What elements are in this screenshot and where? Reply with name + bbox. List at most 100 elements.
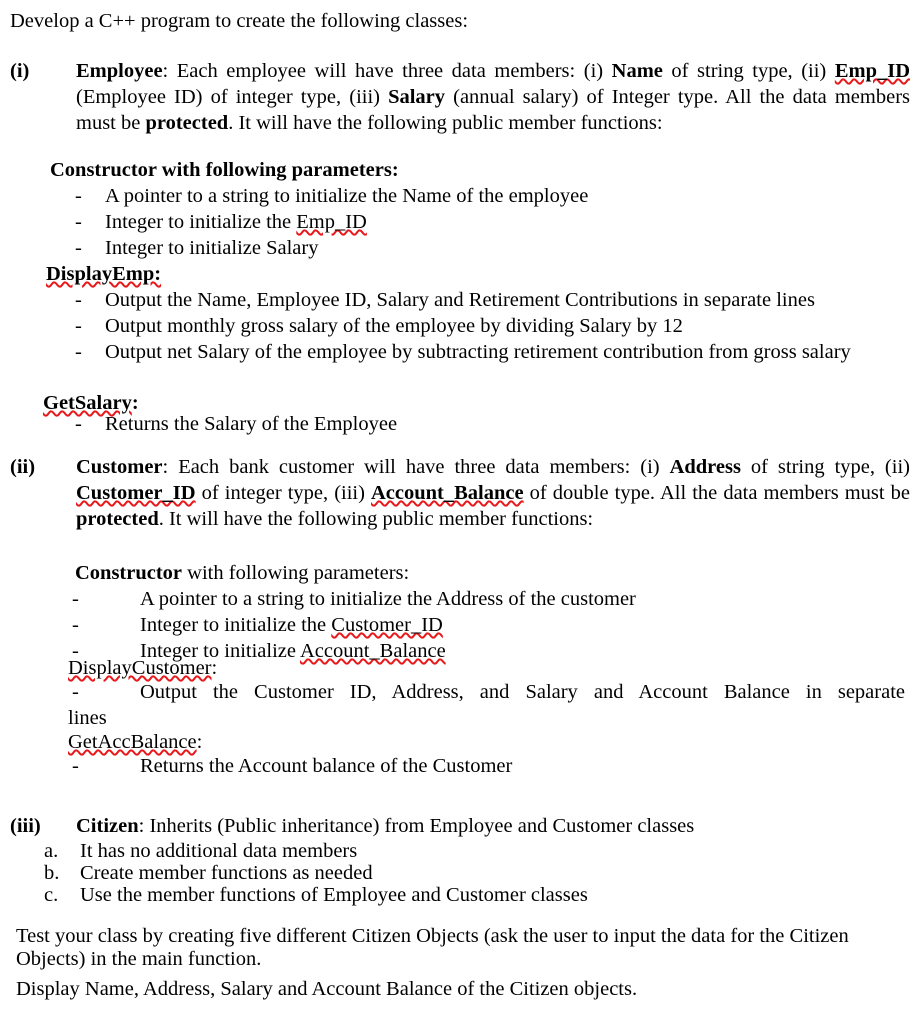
section-marker-i: (i)	[10, 60, 30, 82]
customer-member-accountbalance: Account_Balance	[371, 482, 524, 504]
displaycustomer-colon: :	[211, 657, 218, 679]
citizen-class-name: Citizen	[76, 815, 139, 837]
list-item-text: Output the Customer ID, Address, and Sal…	[140, 681, 905, 703]
dash-bullet: -	[75, 237, 82, 259]
list-item-text: It has no additional data members	[80, 840, 358, 862]
list-item: c. Use the member functions of Employee …	[44, 884, 844, 906]
employee-displayemp-list: - Output the Name, Employee ID, Salary a…	[75, 287, 905, 365]
emp-id-token: Emp_ID	[296, 211, 367, 233]
employee-desc-3: (Employee ID) of integer type, (iii)	[76, 86, 389, 108]
section-customer: (ii) Customer: Each bank customer will h…	[10, 454, 910, 532]
dash-bullet: -	[72, 614, 79, 636]
employee-constructor-block: Constructor with following parameters:	[50, 157, 550, 183]
list-item-text: Integer to initialize the Customer_ID	[140, 612, 772, 638]
customer-displaycustomer-list: - Output the Customer ID, Address, and S…	[72, 679, 905, 705]
document-page: Develop a C++ program to create the foll…	[0, 0, 920, 1024]
list-item: - A pointer to a string to initialize th…	[72, 586, 772, 612]
dash-bullet: -	[75, 413, 82, 435]
dash-bullet: -	[72, 755, 79, 777]
account-balance-token: Account_Balance	[299, 640, 446, 662]
closing-paragraph-1: Test your class by creating five differe…	[16, 925, 849, 970]
employee-desc-1: : Each employee will have three data mem…	[162, 60, 612, 82]
list-item: a. It has no additional data members	[44, 840, 844, 862]
customer-displaycustomer-block: DisplayCustomer:	[68, 655, 217, 681]
list-item: - Output the Name, Employee ID, Salary a…	[75, 287, 905, 313]
list-item-text-prefix: Integer to initialize the	[140, 614, 332, 636]
employee-getsalary-list: - Returns the Salary of the Employee	[75, 411, 635, 437]
employee-protected-keyword: protected	[145, 112, 229, 134]
getaccbalance-label: GetAccBalance	[68, 731, 197, 753]
section-marker-iii: (iii)	[10, 815, 41, 837]
dash-bullet: -	[75, 341, 82, 363]
section-citizen: (iii) Citizen: Inherits (Public inherita…	[10, 813, 910, 839]
list-item-text: Integer to initialize the Emp_ID	[105, 209, 635, 235]
section-citizen-body: Citizen: Inherits (Public inheritance) f…	[76, 813, 910, 839]
customer-getaccbalance-block: GetAccBalance:	[68, 729, 202, 755]
customer-constructor-title: Constructor with following parameters:	[75, 560, 409, 586]
list-item-text: Returns the Account balance of the Custo…	[140, 755, 513, 777]
customer-desc-2: of string type, (ii)	[740, 456, 910, 478]
list-item: - A pointer to a string to initialize th…	[75, 183, 635, 209]
displaycustomer-label: DisplayCustomer	[68, 657, 212, 679]
getaccbalance-colon: :	[196, 731, 203, 753]
closing-paragraph-2: Display Name, Address, Salary and Accoun…	[16, 978, 638, 1000]
list-item: - Output monthly gross salary of the emp…	[75, 313, 905, 339]
customer-id-token: Customer_ID	[331, 614, 443, 636]
list-item-text: Output net Salary of the employee by sub…	[105, 341, 851, 363]
dash-bullet: -	[75, 211, 82, 233]
customer-getaccbalance-list: - Returns the Account balance of the Cus…	[72, 753, 772, 779]
constructor-params-label: with following parameters:	[156, 159, 399, 181]
list-item-text: A pointer to a string to initialize the …	[140, 588, 636, 610]
list-item: - Integer to initialize the Emp_ID	[75, 209, 635, 235]
list-item: - Integer to initialize the Customer_ID	[72, 612, 772, 638]
list-item: b. Create member functions as needed	[44, 862, 844, 884]
employee-member-empid: Emp_ID	[834, 60, 910, 82]
customer-getaccbalance-title: GetAccBalance:	[68, 729, 202, 755]
dash-bullet: -	[75, 289, 82, 311]
customer-protected-keyword: protected	[76, 508, 159, 530]
list-item: - Returns the Account balance of the Cus…	[72, 753, 772, 779]
section-marker-ii: (ii)	[10, 456, 36, 478]
list-item-text-prefix: Integer to initialize the	[105, 211, 297, 233]
list-item: - Output net Salary of the employee by s…	[75, 339, 905, 365]
customer-constructor-block: Constructor with following parameters:	[75, 560, 409, 586]
list-item-text: Integer to initialize Account_Balance	[140, 638, 772, 664]
constructor-label: Constructor	[75, 562, 183, 584]
customer-member-address: Address	[669, 456, 741, 478]
employee-desc-5: . It will have the following public memb…	[228, 112, 663, 134]
section-customer-body: Customer: Each bank customer will have t…	[76, 454, 910, 532]
list-item-text: Returns the Salary of the Employee	[105, 413, 398, 435]
constructor-label: Constructor	[50, 159, 157, 181]
customer-desc-5: . It will have the following public memb…	[158, 508, 594, 530]
employee-member-salary: Salary	[388, 86, 446, 108]
customer-constructor-list: - A pointer to a string to initialize th…	[72, 586, 772, 664]
customer-desc-1: : Each bank customer will have three dat…	[162, 456, 670, 478]
customer-displaycustomer-title: DisplayCustomer:	[68, 655, 217, 681]
list-item-text: Create member functions as needed	[80, 862, 373, 884]
employee-displayemp-block: DisplayEmp:	[46, 261, 161, 287]
list-item-text: Output the Name, Employee ID, Salary and…	[105, 289, 815, 311]
customer-desc-4: of double type. All the data members mus…	[523, 482, 910, 504]
section-employee-body: Employee: Each employee will have three …	[76, 58, 910, 136]
list-item: - Integer to initialize Salary	[75, 235, 635, 261]
citizen-sub-list: a. It has no additional data members b. …	[44, 840, 844, 906]
list-item-text: Use the member functions of Employee and…	[80, 884, 588, 906]
list-item-text: Integer to initialize Salary	[105, 237, 319, 259]
citizen-desc-1: : Inherits (Public inheritance) from Emp…	[138, 815, 695, 837]
list-item-text: A pointer to a string to initialize the …	[105, 185, 589, 207]
wrapped-word-lines: lines	[68, 707, 107, 729]
list-item-label: b.	[44, 862, 60, 884]
dash-bullet: -	[72, 588, 79, 610]
list-item-label: a.	[44, 840, 59, 862]
employee-constructor-list: - A pointer to a string to initialize th…	[75, 183, 635, 261]
list-item-label: c.	[44, 884, 59, 906]
dash-bullet: -	[72, 681, 79, 703]
list-item: - Returns the Salary of the Employee	[75, 411, 635, 437]
displayemp-label: DisplayEmp:	[46, 263, 162, 285]
employee-displayemp-title: DisplayEmp:	[46, 261, 161, 287]
customer-desc-3: of integer type, (iii)	[195, 482, 371, 504]
customer-class-name: Customer	[76, 456, 163, 478]
customer-member-customerid: Customer_ID	[76, 482, 196, 504]
section-employee: (i) Employee: Each employee will have th…	[10, 58, 910, 136]
list-item: - Output the Customer ID, Address, and S…	[72, 679, 905, 705]
